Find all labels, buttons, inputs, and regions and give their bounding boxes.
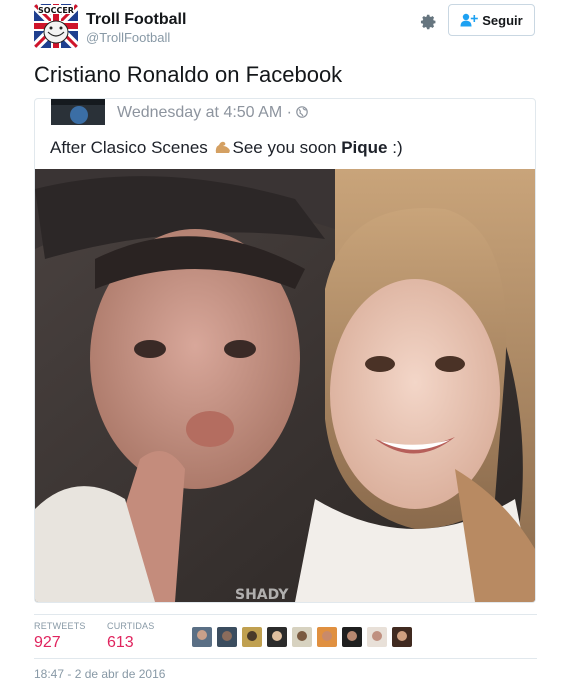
profile-avatar[interactable]: SOCCER: [34, 4, 78, 48]
retweets-label: RETWEETS: [34, 621, 86, 631]
caption-bold-name: Pique: [341, 138, 388, 157]
liker-avatar[interactable]: [192, 627, 212, 647]
liker-avatar[interactable]: [342, 627, 362, 647]
tweet-stats: RETWEETS 927 CURTIDAS 613: [34, 614, 537, 659]
liker-avatar[interactable]: [317, 627, 337, 647]
likes-label: CURTIDAS: [107, 621, 155, 631]
liker-avatar[interactable]: [392, 627, 412, 647]
svg-text:SOCCER: SOCCER: [38, 6, 74, 15]
fb-caption: After Clasico Scenes See you soon Pique …: [50, 138, 403, 158]
likes-stat[interactable]: CURTIDAS 613: [107, 621, 154, 652]
union-jack-troll-avatar-icon: SOCCER: [34, 4, 78, 48]
fb-timestamp: Wednesday at 4:50 AM ·: [117, 104, 297, 121]
liker-avatars: [192, 627, 412, 647]
selfie-photo[interactable]: SHADY: [35, 169, 535, 602]
liker-avatar[interactable]: [292, 627, 312, 647]
retweets-count: 927: [34, 634, 61, 651]
fb-post-time: Wednesday at 4:50 AM ·: [117, 104, 309, 122]
globe-icon: [296, 106, 309, 118]
tweet-date[interactable]: 18:47 - 2 de abr de 2016: [34, 667, 165, 681]
embedded-screenshot-card[interactable]: Wednesday at 4:50 AM · After Clasico Sce…: [34, 98, 536, 603]
divider: [34, 658, 537, 659]
display-name[interactable]: Troll Football: [86, 11, 186, 29]
liker-avatar[interactable]: [267, 627, 287, 647]
caption-part-3: :): [387, 138, 403, 157]
gear-icon[interactable]: [417, 11, 439, 33]
liker-avatar[interactable]: [242, 627, 262, 647]
follow-label: Seguir: [482, 12, 523, 28]
likes-count: 613: [107, 634, 134, 651]
user-handle[interactable]: @TrollFootball: [86, 30, 170, 45]
retweets-stat[interactable]: RETWEETS 927: [34, 621, 86, 652]
caption-part-1: After Clasico Scenes: [50, 138, 213, 157]
svg-text:SHADY: SHADY: [235, 587, 289, 602]
caption-part-2: See you soon: [232, 138, 342, 157]
liker-avatar[interactable]: [217, 627, 237, 647]
flexed-biceps-icon: [215, 141, 230, 153]
liker-avatar[interactable]: [367, 627, 387, 647]
follow-button[interactable]: Seguir: [448, 4, 535, 36]
tweet-text: Cristiano Ronaldo on Facebook: [34, 62, 343, 87]
tweet-header: SOCCER Troll Football @TrollFootball Seg…: [34, 4, 537, 48]
fb-profile-thumbnail: [51, 99, 105, 125]
add-user-icon: [460, 13, 479, 27]
